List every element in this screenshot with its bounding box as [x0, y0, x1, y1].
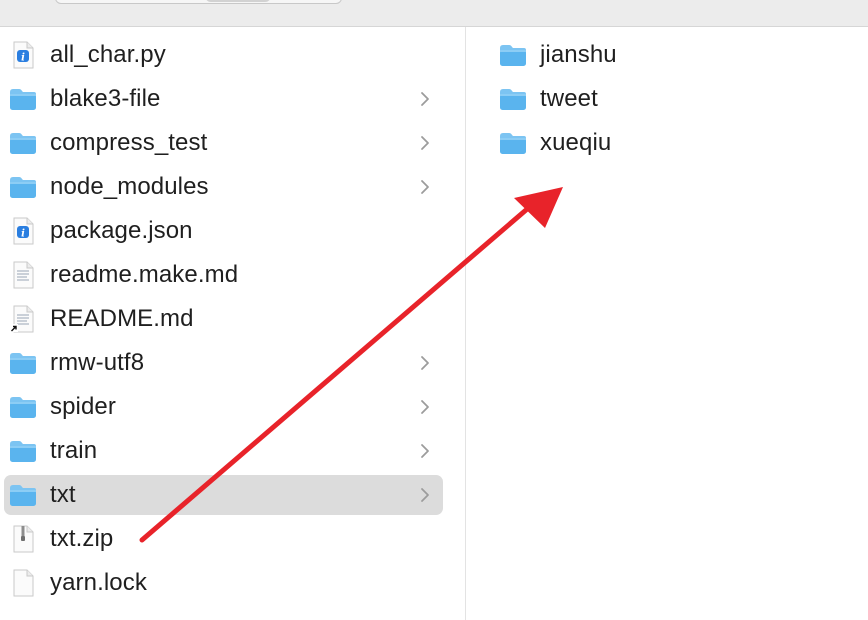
chevron-right-icon [417, 132, 433, 154]
chevron-right-icon [417, 88, 433, 110]
chevron-right-icon [417, 352, 433, 374]
list-item[interactable]: blake3-file [4, 79, 443, 119]
view-mode-segmented-control[interactable] [55, 0, 342, 4]
item-label: txt.zip [50, 525, 114, 552]
zip-file-icon [8, 524, 38, 554]
folder-icon [498, 128, 528, 158]
list-item[interactable]: README.md [4, 299, 443, 339]
list-item[interactable]: rmw-utf8 [4, 343, 443, 383]
list-item[interactable]: train [4, 431, 443, 471]
finder-toolbar [0, 0, 868, 27]
item-label: all_char.py [50, 41, 166, 68]
folder-icon [498, 84, 528, 114]
list-item[interactable]: i all_char.py [4, 35, 443, 75]
chevron-right-icon [417, 396, 433, 418]
item-label: compress_test [50, 129, 208, 156]
folder-icon [498, 40, 528, 70]
item-label: rmw-utf8 [50, 349, 145, 376]
python-file-icon: i [8, 40, 38, 70]
list-item[interactable]: compress_test [4, 123, 443, 163]
list-item[interactable]: jianshu [498, 35, 848, 75]
item-label: xueqiu [540, 129, 612, 156]
list-item[interactable]: i package.json [4, 211, 443, 251]
item-label: blake3-file [50, 85, 161, 112]
list-item[interactable]: node_modules [4, 167, 443, 207]
item-label: README.md [50, 305, 194, 332]
svg-text:i: i [21, 229, 25, 240]
item-label: yarn.lock [50, 569, 147, 596]
item-label: jianshu [540, 41, 617, 68]
list-item[interactable]: yarn.lock [4, 563, 443, 603]
item-label: txt [50, 481, 76, 508]
list-item[interactable]: readme.make.md [4, 255, 443, 295]
view-mode-selected-segment[interactable] [205, 0, 271, 2]
markdown-file-icon [8, 260, 38, 290]
list-item[interactable]: xueqiu [498, 123, 848, 163]
folder-icon [8, 172, 38, 202]
markdown-alias-file-icon [8, 304, 38, 334]
folder-icon [8, 436, 38, 466]
column-divider[interactable] [465, 27, 466, 620]
folder-icon [8, 348, 38, 378]
item-label: train [50, 437, 98, 464]
list-item[interactable]: tweet [498, 79, 848, 119]
folder-icon [8, 84, 38, 114]
blank-file-icon [8, 568, 38, 598]
list-item[interactable]: spider [4, 387, 443, 427]
list-item[interactable]: txt.zip [4, 519, 443, 559]
chevron-right-icon [417, 176, 433, 198]
list-item[interactable]: txt [4, 475, 443, 515]
folder-icon [8, 480, 38, 510]
item-label: spider [50, 393, 116, 420]
svg-text:i: i [21, 53, 25, 64]
json-file-icon: i [8, 216, 38, 246]
item-label: package.json [50, 217, 193, 244]
chevron-right-icon [417, 484, 433, 506]
folder-icon [8, 128, 38, 158]
chevron-right-icon [417, 440, 433, 462]
item-label: tweet [540, 85, 598, 112]
folder-icon [8, 392, 38, 422]
item-label: readme.make.md [50, 261, 239, 288]
item-label: node_modules [50, 173, 209, 200]
